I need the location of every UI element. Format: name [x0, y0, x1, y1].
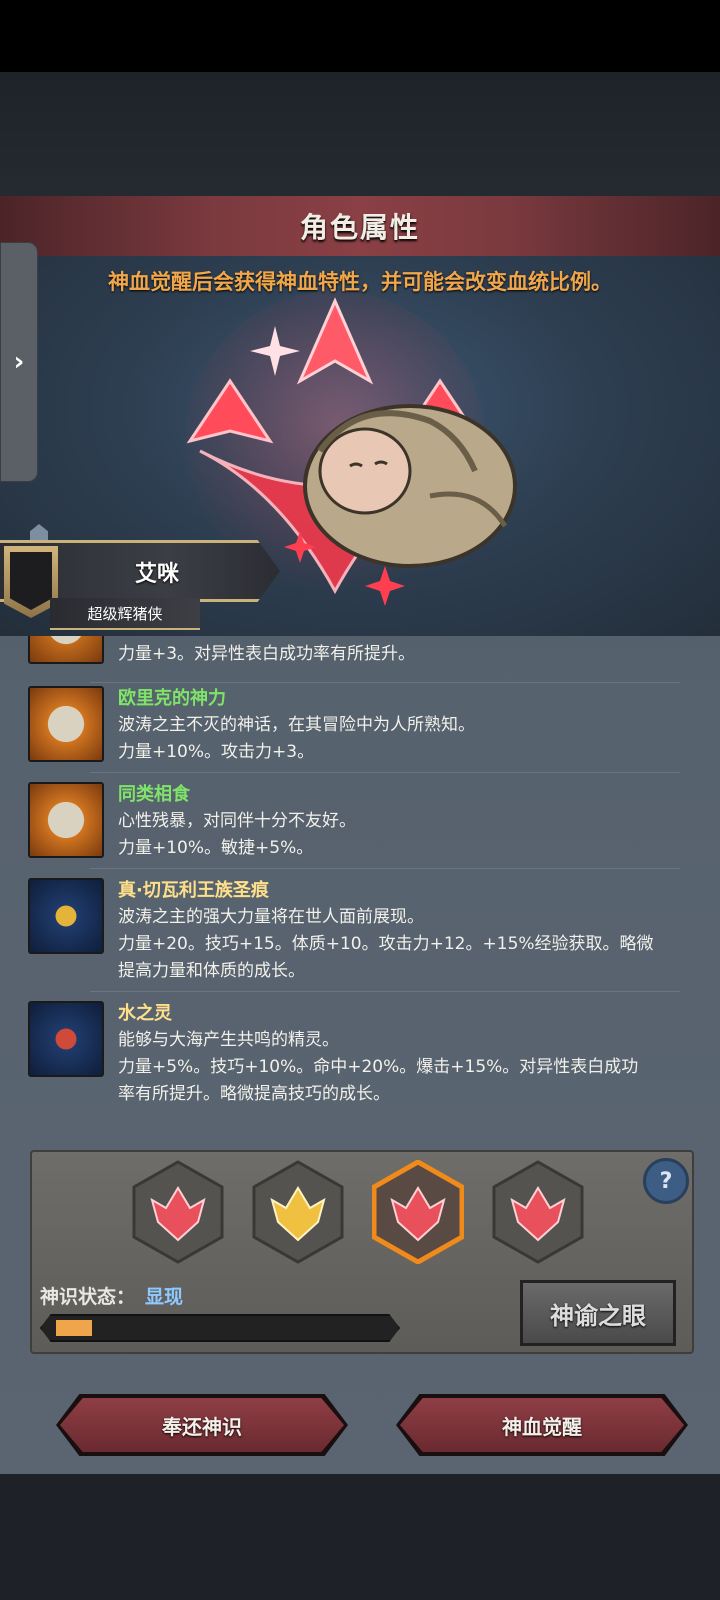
return-button-label: 奉还神识 — [162, 1414, 242, 1439]
blood-slot-2[interactable] — [252, 1160, 344, 1264]
character-title: 超级辉猪侠 — [50, 598, 200, 630]
smiley-icon — [28, 686, 104, 762]
trait-list[interactable]: 力量+3。对异性表白成功率有所提升。 欧里克的神力 波涛之主不灭的神话，在其冒险… — [0, 636, 720, 1126]
trait-desc: 波涛之主的强大力量将在世人面前展现。 — [118, 907, 424, 927]
divine-blood-awaken-button[interactable]: 神血觉醒 — [400, 1398, 684, 1452]
baby-portrait — [303, 404, 517, 568]
trait-name: 欧里克的神力 — [118, 688, 226, 709]
smiley-icon — [28, 636, 104, 664]
trait-desc: 波涛之主不灭的神话，在其冒险中为人所熟知。 — [118, 715, 475, 735]
character-name: 艾咪 — [135, 562, 180, 587]
divider — [90, 682, 680, 683]
blood-slot-1[interactable] — [132, 1160, 224, 1264]
chevron-right-icon: › — [13, 347, 25, 377]
trait-effect: 力量+5%。技巧+10%。命中+20%。爆击+15%。对异性表白成功 — [118, 1057, 639, 1077]
status-value: 显现 — [145, 1286, 184, 1308]
divider — [90, 868, 680, 869]
trait-desc: 能够与大海产生共鸣的精灵。 — [118, 1030, 339, 1050]
blood-slot-4[interactable] — [492, 1160, 584, 1264]
oracle-eye-button[interactable]: 神谕之眼 — [520, 1280, 676, 1346]
help-icon[interactable]: ? — [643, 1158, 689, 1204]
divider — [90, 772, 680, 773]
progress-fill — [56, 1320, 92, 1336]
dragon-crest-icon — [10, 552, 52, 610]
trait-name: 同类相食 — [118, 784, 190, 805]
page-title: 角色属性 — [299, 211, 420, 244]
panel-header: 角色属性 — [0, 196, 720, 258]
trait-effect: 力量+10%。攻击力+3。 — [118, 742, 315, 762]
gold-scales-icon — [28, 878, 104, 954]
status-bar-area — [0, 0, 720, 72]
trait-effect-cont: 率有所提升。略微提高技巧的成长。 — [118, 1084, 390, 1104]
trait-name: 真·切瓦利王族圣痕 — [118, 880, 269, 901]
red-scales-icon — [28, 1001, 104, 1077]
awaken-button-label: 神血觉醒 — [502, 1414, 582, 1439]
side-panel-toggle[interactable]: › — [0, 242, 38, 482]
trait-effect: 力量+20。技巧+15。体质+10。攻击力+12。+15%经验获取。略微 — [118, 934, 654, 954]
return-divine-sense-button[interactable]: 奉还神识 — [60, 1398, 344, 1452]
trait-name: 水之灵 — [118, 1003, 172, 1024]
divider — [90, 991, 680, 992]
trait-effect: 力量+10%。敏捷+5%。 — [118, 838, 314, 858]
divine-sense-progress — [40, 1314, 400, 1342]
blood-slot-3[interactable] — [372, 1160, 464, 1264]
backdrop — [0, 72, 720, 196]
smiley-icon — [28, 782, 104, 858]
status-label: 神识状态： — [40, 1286, 136, 1308]
trait-desc: 心性残暴，对同伴十分不友好。 — [118, 811, 356, 831]
bottom-backdrop — [0, 1474, 720, 1600]
trait-effect-cont: 提高力量和体质的成长。 — [118, 961, 305, 981]
